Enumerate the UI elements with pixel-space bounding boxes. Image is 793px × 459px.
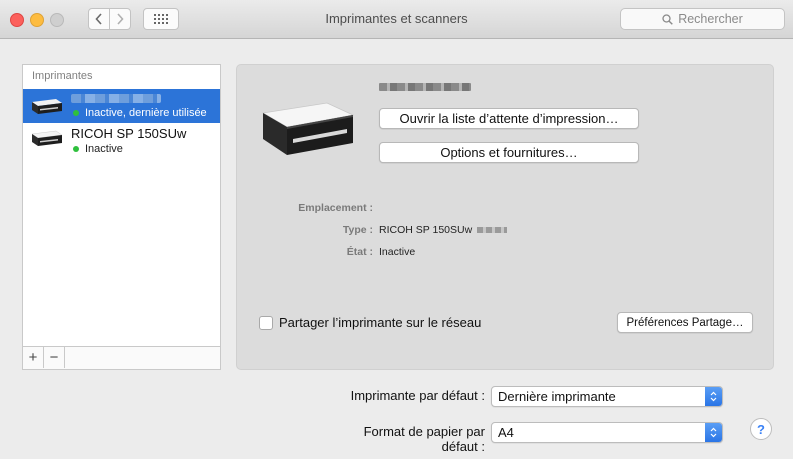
printer-status: Inactive [71, 143, 123, 155]
printers-scanners-window: Imprimantes et scanners Rechercher Impri… [0, 0, 793, 459]
type-value: RICOH SP 150SUw [379, 224, 473, 236]
title-bar: Imprimantes et scanners Rechercher [0, 0, 793, 39]
add-printer-button[interactable]: + [23, 347, 44, 368]
printer-icon [31, 130, 63, 146]
popup-arrows-icon [705, 387, 722, 406]
search-placeholder: Rechercher [678, 12, 743, 26]
default-paper-label: Format de papier par défaut : [363, 424, 485, 454]
printer-status: Inactive, dernière utilisée [71, 107, 207, 119]
printer-status-text: Inactive, dernière utilisée [85, 107, 207, 119]
printer-status-text: Inactive [85, 143, 123, 155]
default-printer-popup[interactable]: Dernière imprimante [491, 386, 723, 407]
type-label: Type : [342, 224, 373, 236]
list-header: Imprimantes [32, 70, 93, 82]
status-dot [73, 110, 79, 116]
printer-icon [261, 102, 355, 155]
printer-item-ricoh[interactable]: RICOH SP 150SUw Inactive [23, 125, 220, 159]
printers-list[interactable]: Imprimantes Inactive, dernière utilisée [22, 64, 221, 370]
printer-icon [32, 99, 62, 114]
search-icon [662, 13, 673, 25]
default-printer-label: Imprimante par défaut : [350, 388, 485, 403]
options-supplies-button[interactable]: Options et fournitures… [379, 142, 639, 163]
default-paper-popup[interactable]: A4 [491, 422, 723, 443]
printer-detail-panel: Ouvrir la liste d’attente d’impression… … [236, 64, 774, 370]
type-value-row: RICOH SP 150SUw [379, 224, 508, 236]
share-printer-checkbox[interactable] [259, 315, 273, 330]
open-print-queue-button[interactable]: Ouvrir la liste d’attente d’impression… [379, 108, 639, 129]
help-button[interactable]: ? [750, 418, 772, 440]
sharing-preferences-button[interactable]: Préférences Partage… [617, 312, 753, 333]
state-value: Inactive [379, 246, 416, 258]
default-printer-value: Dernière imprimante [498, 389, 616, 404]
status-dot [73, 146, 79, 152]
popup-arrows-icon [705, 423, 722, 442]
share-printer-row[interactable]: Partager l’imprimante sur le réseau [259, 315, 481, 330]
default-paper-value: A4 [498, 425, 514, 440]
printer-name-redacted [71, 94, 161, 103]
remove-printer-button[interactable]: − [44, 347, 65, 368]
type-value-redacted [477, 227, 508, 234]
share-printer-label: Partager l’imprimante sur le réseau [279, 315, 482, 330]
printer-name-redacted [379, 83, 471, 91]
list-footer: + − [23, 346, 220, 369]
printer-item-selected[interactable]: Inactive, dernière utilisée [23, 89, 220, 123]
state-label: État : [346, 246, 373, 258]
search-field[interactable]: Rechercher [620, 8, 785, 30]
printer-name: RICOH SP 150SUw [71, 126, 187, 141]
location-label: Emplacement : [298, 202, 373, 214]
